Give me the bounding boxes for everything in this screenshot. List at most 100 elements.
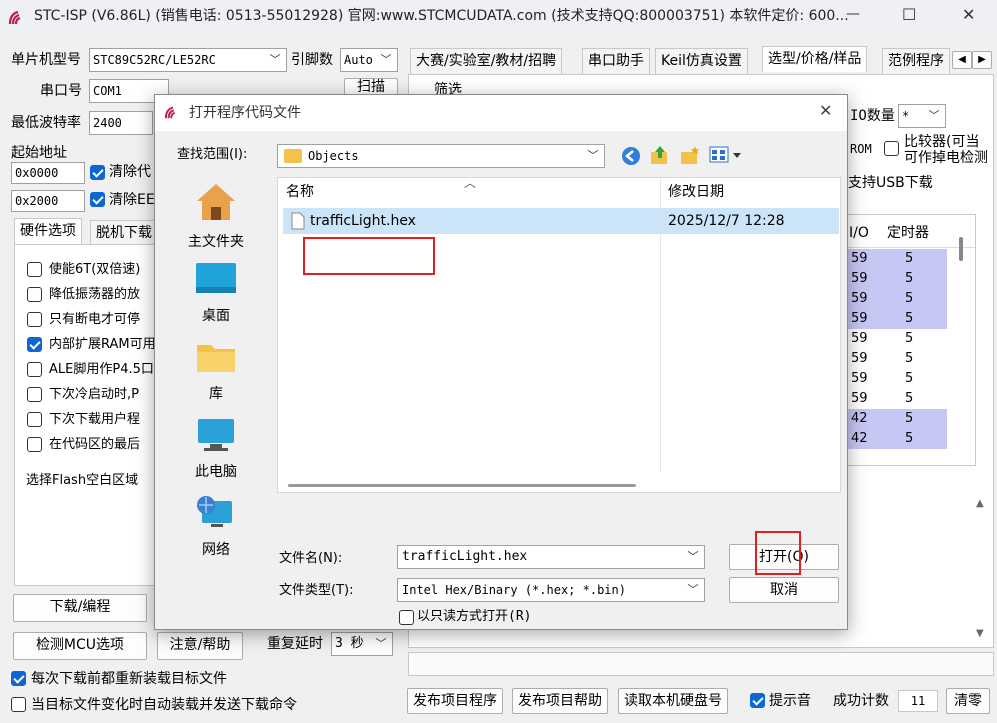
success-count-label: 成功计数 [833, 693, 889, 709]
reload-checkbox[interactable] [11, 671, 26, 686]
tab-right-0[interactable]: 大赛/实验室/教材/招聘 [410, 48, 563, 74]
place-this-pc-label: 此电脑 [195, 464, 237, 480]
option-label: 在代码区的最后 [49, 437, 141, 452]
maximize-icon[interactable]: ☐ [902, 5, 916, 24]
folder-icon [284, 149, 302, 163]
computer-icon [198, 419, 234, 451]
cancel-button[interactable]: 取消 [729, 577, 839, 603]
lookin-select[interactable]: Objects ﹀ [277, 144, 605, 168]
option-checkbox[interactable] [27, 362, 42, 377]
option-checkbox[interactable] [27, 437, 42, 452]
new-folder-icon[interactable] [679, 144, 701, 166]
auto-load-checkbox[interactable] [11, 697, 26, 712]
clear-eeprom-label: 清除EE [109, 192, 155, 208]
option-label: ALE脚用作P4.5口 [49, 362, 154, 377]
addr1-value: 0x0000 [15, 166, 59, 180]
table-scrollbar[interactable] [959, 237, 963, 261]
horizontal-scrollbar[interactable] [288, 484, 636, 487]
rom-label: ROM [850, 142, 872, 156]
filetype-label: 文件类型(T): [279, 583, 354, 598]
mcu-table: I/O 定时器 59 5 59 5 59 5 59 5 59 5 59 5 59 5 59 5 42 5 42 5 [846, 214, 976, 466]
sound-checkbox[interactable] [750, 693, 765, 708]
place-desktop-label: 桌面 [202, 308, 230, 324]
place-home[interactable]: 主文件夹 [171, 181, 261, 251]
minimize-icon[interactable]: — [846, 6, 860, 22]
tab-right-3[interactable]: 选型/价格/样品 [762, 46, 868, 72]
col-name-header[interactable]: 名称 [286, 182, 314, 202]
filetype-value: Intel Hex/Binary (*.hex; *.bin) [402, 583, 626, 597]
option-checkbox[interactable] [27, 287, 42, 302]
baud-select[interactable]: 2400 [89, 111, 153, 135]
tab-offline-download[interactable]: 脱机下载 [90, 220, 158, 246]
open-file-dialog: 打开程序代码文件 ✕ 查找范围(I): Objects ﹀ 主文件夹 桌面 库 … [154, 94, 848, 630]
clear-eeprom-checkbox[interactable] [90, 192, 105, 207]
clear-count-button[interactable]: 清零 [946, 688, 990, 714]
clear-code-checkbox[interactable] [90, 165, 105, 180]
option-label: 内部扩展RAM可用 [49, 337, 156, 352]
window-title: STC-ISP (V6.86L) (销售电话: 0513-55012928) 官… [34, 8, 849, 24]
repeat-delay-select[interactable]: 3 秒 ﹀ [331, 632, 393, 656]
right-scroll-down-icon[interactable]: ▼ [976, 628, 984, 639]
title-bar: STC-ISP (V6.86L) (销售电话: 0513-55012928) 官… [0, 0, 997, 34]
port-value: COM1 [93, 84, 122, 98]
place-network[interactable]: 网络 [171, 495, 261, 559]
publish-help-button[interactable]: 发布项目帮助 [512, 688, 608, 714]
help-button[interactable]: 注意/帮助 [157, 632, 243, 660]
place-desktop[interactable]: 桌面 [171, 261, 261, 325]
dialog-title: 打开程序代码文件 [189, 105, 301, 121]
tab-right-2[interactable]: Keil仿真设置 [655, 48, 748, 74]
mcu-type-select[interactable]: STC89C52RC/LE52RC ﹀ [89, 48, 287, 72]
detect-mcu-button[interactable]: 检测MCU选项 [13, 632, 147, 660]
tab-right-1[interactable]: 串口助手 [582, 48, 650, 74]
tab-scroll-right[interactable]: ▶ [972, 51, 992, 69]
option-checkbox[interactable] [27, 262, 42, 277]
filetype-select[interactable]: Intel Hex/Binary (*.hex; *.bin) ﹀ [397, 578, 705, 602]
option-checkbox[interactable] [27, 387, 42, 402]
file-row[interactable]: trafficLight.hex 2025/12/7 12:28 [283, 208, 839, 234]
option-label: 下次下载用户程 [49, 412, 141, 427]
close-icon[interactable]: ✕ [962, 5, 975, 24]
view-menu-icon[interactable] [709, 146, 743, 164]
up-folder-icon[interactable] [649, 144, 671, 166]
tab-right-4[interactable]: 范例程序 [882, 48, 950, 74]
right-scroll-up-icon[interactable]: ▲ [976, 498, 984, 509]
table-cell-timer: 5 [905, 251, 914, 266]
comparator-checkbox[interactable] [884, 141, 899, 156]
option-checkbox[interactable] [27, 312, 42, 327]
option-checkbox[interactable] [27, 412, 42, 427]
baud-value: 2400 [93, 116, 122, 130]
chevron-down-icon: ﹀ [687, 550, 699, 563]
pin-count-label: 引脚数 [291, 52, 333, 68]
repeat-delay-label: 重复延时 [267, 636, 323, 652]
col-date-header[interactable]: 修改日期 [668, 182, 724, 202]
sound-label: 提示音 [769, 693, 811, 709]
addr2-input[interactable]: 0x2000 [11, 190, 85, 212]
option-label: 下次冷启动时,P [49, 387, 139, 402]
table-cell-timer: 5 [905, 351, 914, 366]
tab-hardware-options[interactable]: 硬件选项 [14, 218, 82, 244]
option-label: 只有断电才可停 [49, 312, 141, 327]
table-cell-io: 59 [851, 391, 868, 406]
close-icon[interactable]: ✕ [819, 101, 832, 120]
clear-code-label: 清除代 [109, 164, 151, 180]
file-name: trafficLight.hex [310, 213, 416, 229]
filename-input[interactable]: trafficLight.hex ﹀ [397, 545, 705, 569]
table-cell-io: 59 [851, 351, 868, 366]
flash-fill-label: 选择Flash空白区域 [26, 473, 139, 488]
table-cell-timer: 5 [905, 371, 914, 386]
desktop-icon [196, 263, 236, 293]
log-area [408, 652, 994, 676]
place-this-pc[interactable]: 此电脑 [171, 417, 261, 481]
chevron-down-icon: ﹀ [687, 583, 699, 596]
download-program-button[interactable]: 下载/编程 [13, 594, 147, 622]
readonly-checkbox[interactable] [399, 610, 414, 625]
publish-program-button[interactable]: 发布项目程序 [407, 688, 503, 714]
io-count-select[interactable]: * ﹀ [898, 104, 946, 128]
pin-count-select[interactable]: Auto ﹀ [340, 48, 398, 72]
option-checkbox[interactable] [27, 337, 42, 352]
addr1-input[interactable]: 0x0000 [11, 162, 85, 184]
tab-scroll-left[interactable]: ◀ [952, 51, 972, 69]
place-library[interactable]: 库 [171, 339, 261, 403]
read-disk-button[interactable]: 读取本机硬盘号 [618, 688, 728, 714]
back-icon[interactable] [621, 146, 641, 166]
